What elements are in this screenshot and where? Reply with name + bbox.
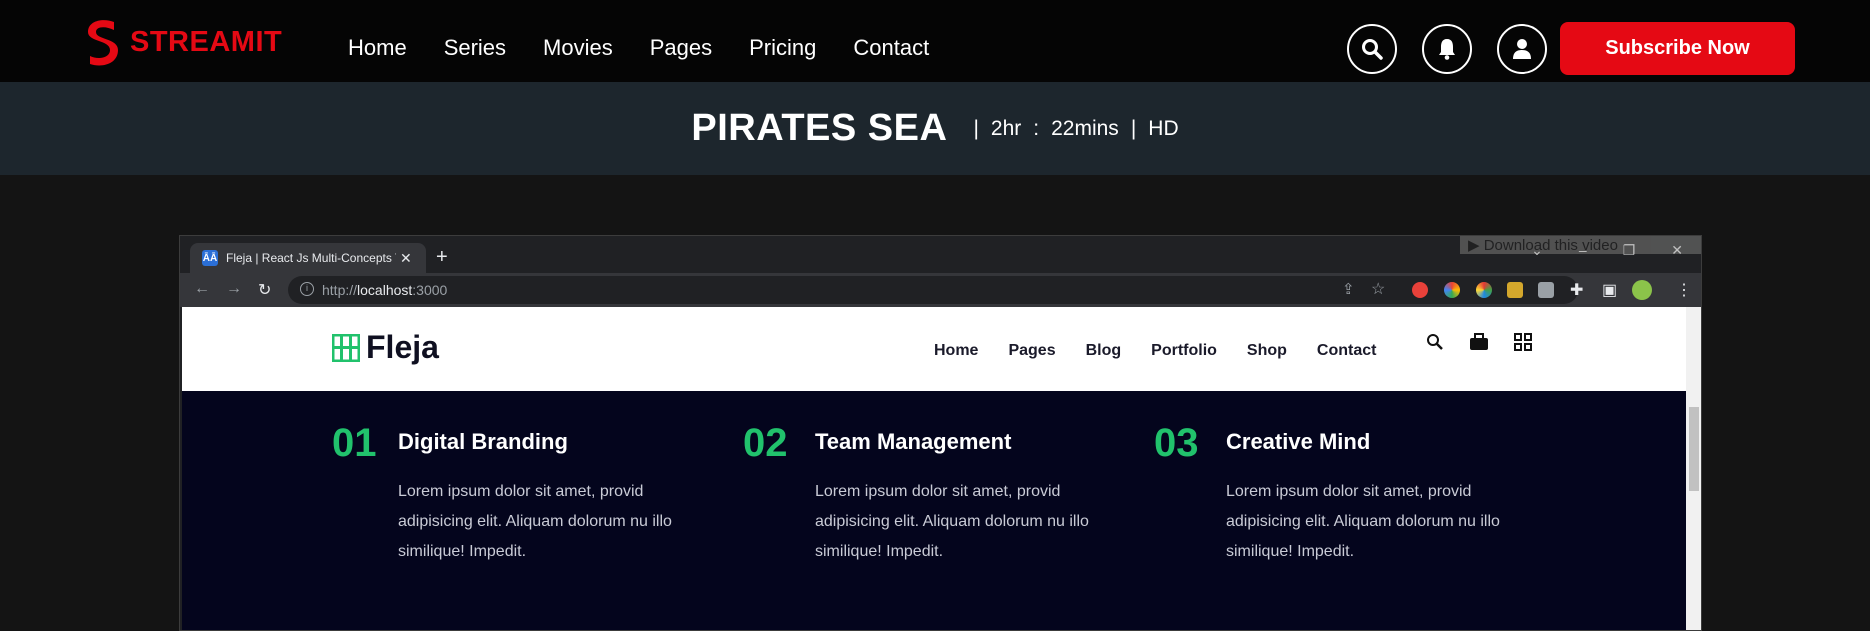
extension-hand-icon[interactable] <box>1412 282 1428 298</box>
fleja-nav-portfolio[interactable]: Portfolio <box>1151 342 1217 360</box>
fleja-nav: Home Pages Blog Portfolio Shop Contact <box>934 342 1406 360</box>
feature-number: 02 <box>743 421 788 465</box>
movie-title: PIRATES SEA <box>691 107 948 149</box>
fleja-nav-contact[interactable]: Contact <box>1317 342 1377 360</box>
feature-description: Lorem ipsum dolor sit amet, provid adipi… <box>398 483 672 560</box>
fleja-logo[interactable]: Fleja <box>332 329 439 366</box>
window-controls: ⌄ – ❐ ✕ <box>1495 242 1683 259</box>
extension-tools-icon[interactable] <box>1507 282 1523 298</box>
info-icon[interactable]: i <box>300 282 314 296</box>
fleja-logo-text: Fleja <box>366 329 439 365</box>
new-tab-icon[interactable]: + <box>436 246 448 269</box>
extensions-puzzle-icon[interactable]: ✚ <box>1570 280 1583 300</box>
favicon-icon: ĀĀ <box>202 250 218 266</box>
extension-palette-icon[interactable] <box>1476 282 1492 298</box>
bell-icon <box>1439 39 1455 60</box>
fleja-nav-pages[interactable]: Pages <box>1008 342 1055 360</box>
search-icon <box>1362 39 1383 60</box>
share-icon[interactable]: ⇪ <box>1342 280 1355 298</box>
profile-avatar[interactable] <box>1632 280 1652 300</box>
meta-separator: | <box>1130 116 1137 140</box>
nav-movies[interactable]: Movies <box>543 34 613 62</box>
browser-toolbar: ← → ↻ i http://localhost:3000 ⇪ ☆ ✚ ▣ ⋮ <box>180 273 1701 307</box>
nav-pricing[interactable]: Pricing <box>749 34 816 62</box>
top-navbar: STREAMIT Home Series Movies Pages Pricin… <box>0 0 1870 82</box>
search-icon[interactable] <box>1426 333 1444 356</box>
camera-icon[interactable] <box>1538 282 1554 298</box>
user-icon <box>1513 39 1531 59</box>
chevron-down-icon[interactable]: ⌄ <box>1531 242 1543 259</box>
page-scrollbar[interactable] <box>1686 307 1701 630</box>
meta-separator: | <box>973 116 979 140</box>
main-nav: Home Series Movies Pages Pricing Contact <box>348 34 966 62</box>
feature-number: 01 <box>332 421 377 465</box>
nav-home[interactable]: Home <box>348 34 407 62</box>
url-text: http://localhost:3000 <box>322 282 448 298</box>
streamit-s-icon <box>88 20 118 66</box>
movie-quality: HD <box>1148 116 1179 140</box>
feature-title: Team Management <box>815 429 1012 454</box>
extension-color-icon[interactable] <box>1444 282 1460 298</box>
feature-title: Digital Branding <box>398 429 568 454</box>
forward-icon[interactable]: → <box>226 280 242 298</box>
minimize-icon[interactable]: – <box>1579 242 1587 259</box>
fleja-header: Fleja Home Pages Blog Portfolio Shop Con… <box>182 307 1686 391</box>
brand-name: STREAMIT <box>130 25 283 58</box>
video-player[interactable]: ĀĀ Fleja | React Js Multi-Concepts Te ✕ … <box>179 235 1702 631</box>
subscribe-button[interactable]: Subscribe Now <box>1560 22 1795 75</box>
movie-hours: 2hr <box>990 116 1022 140</box>
bag-icon[interactable] <box>1469 333 1489 356</box>
fleja-nav-blog[interactable]: Blog <box>1086 342 1122 360</box>
tab-title: Fleja | React Js Multi-Concepts Te <box>226 251 396 265</box>
fleja-header-icons <box>1426 333 1557 356</box>
close-tab-icon[interactable]: ✕ <box>400 250 412 267</box>
fleja-nav-shop[interactable]: Shop <box>1247 342 1287 360</box>
movie-meta: | 2hr : 22mins | HD <box>961 117 1178 141</box>
movie-mins: 22mins <box>1051 116 1119 140</box>
address-bar[interactable]: i http://localhost:3000 ⇪ ☆ <box>288 276 1578 304</box>
restore-icon[interactable]: ❐ <box>1623 242 1636 259</box>
scroll-thumb[interactable] <box>1689 407 1699 491</box>
streamit-logo[interactable]: STREAMIT <box>84 18 282 66</box>
close-window-icon[interactable]: ✕ <box>1671 242 1683 259</box>
search-button[interactable] <box>1347 24 1397 74</box>
side-panel-icon[interactable]: ▣ <box>1602 280 1617 300</box>
back-icon[interactable]: ← <box>194 280 210 298</box>
time-colon: : <box>1033 116 1040 140</box>
nav-pages[interactable]: Pages <box>650 34 712 62</box>
reload-icon[interactable]: ↻ <box>258 280 271 300</box>
fleja-mark-icon <box>332 333 360 362</box>
more-menu-icon[interactable]: ⋮ <box>1676 280 1692 300</box>
nav-series[interactable]: Series <box>444 34 506 62</box>
fleja-page: Fleja Home Pages Blog Portfolio Shop Con… <box>182 307 1686 630</box>
account-button[interactable] <box>1497 24 1547 74</box>
grid-menu-icon[interactable] <box>1514 333 1532 356</box>
feature-number: 03 <box>1154 421 1199 465</box>
feature-description: Lorem ipsum dolor sit amet, provid adipi… <box>1226 483 1500 560</box>
feature-description: Lorem ipsum dolor sit amet, provid adipi… <box>815 483 1089 560</box>
notifications-button[interactable] <box>1422 24 1472 74</box>
feature-title: Creative Mind <box>1226 429 1371 454</box>
movie-title-band: PIRATES SEA | 2hr : 22mins | HD <box>0 82 1870 175</box>
browser-tab[interactable]: ĀĀ Fleja | React Js Multi-Concepts Te ✕ <box>190 243 426 273</box>
nav-contact[interactable]: Contact <box>853 34 929 62</box>
fleja-nav-home[interactable]: Home <box>934 342 978 360</box>
star-icon[interactable]: ☆ <box>1371 279 1385 299</box>
